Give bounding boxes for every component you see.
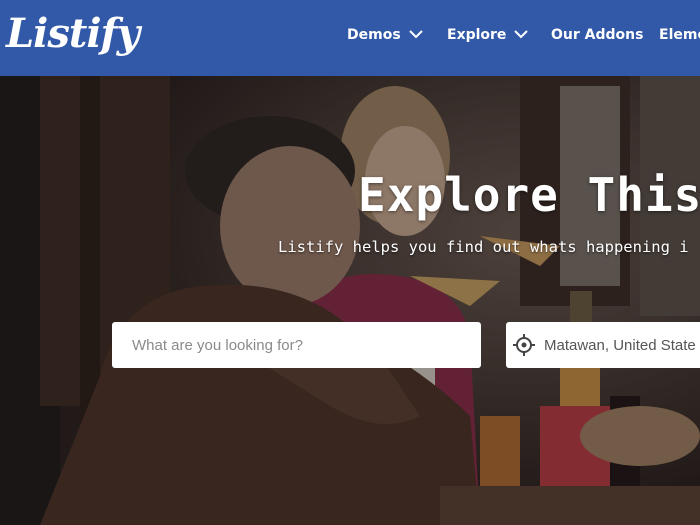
nav-item-label: Demos [347, 27, 401, 43]
nav-item-explore[interactable]: Explore [447, 27, 529, 43]
hero-section: Explore This Listify helps you find out … [0, 76, 700, 525]
site-header: Listify Demos Explore Our Addons Eleme [0, 0, 700, 76]
search-field-wrapper [112, 322, 481, 368]
chevron-down-icon [408, 29, 423, 38]
chevron-down-icon [514, 29, 529, 38]
nav-item-elements[interactable]: Eleme [659, 27, 700, 43]
nav-item-demos[interactable]: Demos [347, 27, 423, 43]
crosshair-icon[interactable] [512, 331, 536, 359]
nav-item-label: Our Addons [551, 27, 644, 43]
location-field-wrapper [506, 322, 700, 368]
nav-item-our-addons[interactable]: Our Addons [551, 27, 643, 43]
main-nav: Demos Explore Our Addons Eleme [0, 0, 700, 76]
hero-subtitle: Listify helps you find out whats happeni… [278, 238, 689, 256]
hero-overlay [0, 76, 700, 525]
search-input[interactable] [130, 335, 463, 355]
hero-title: Explore This [358, 168, 700, 222]
nav-item-label: Explore [447, 27, 507, 43]
nav-item-label: Eleme [659, 27, 700, 43]
location-input[interactable] [542, 335, 700, 355]
